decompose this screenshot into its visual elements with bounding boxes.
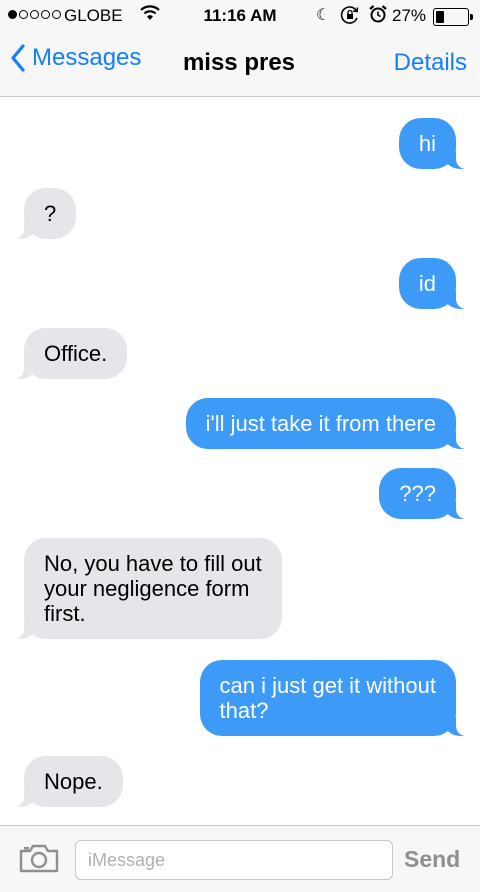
incoming-message[interactable]: Nope. (4, 756, 123, 807)
contact-name: miss pres (182, 49, 296, 76)
status-bar: GLOBE 11:16 AM ☾ 27% (0, 0, 480, 34)
message-text-line: that? (219, 698, 269, 723)
message-text-line: can i just get it without (219, 673, 436, 698)
back-button-label: Messages (32, 44, 142, 71)
battery-fill (436, 11, 444, 23)
message-text: i'll just take it from there (205, 411, 436, 436)
rotation-lock-icon (340, 5, 360, 30)
do-not-disturb-icon: ☾ (316, 7, 331, 24)
details-button[interactable]: Details (394, 49, 467, 77)
battery-tip (470, 14, 473, 20)
message-text: Office. (44, 341, 108, 366)
message-input-bar: Send (0, 825, 480, 892)
outgoing-message[interactable]: i'll just take it from there (185, 398, 477, 449)
message-thread[interactable]: hi ? id Office. i'll just take it from t… (0, 97, 480, 825)
message-text: hi (418, 131, 436, 156)
outgoing-message[interactable]: hi (398, 118, 477, 169)
outgoing-message[interactable]: id (398, 258, 477, 309)
message-text: ??? (399, 481, 436, 506)
message-input[interactable] (75, 840, 393, 880)
battery-percent: 27% (392, 6, 427, 25)
send-button[interactable]: Send (404, 846, 460, 873)
incoming-message[interactable]: ? (3, 188, 77, 239)
outgoing-message[interactable]: ??? (379, 468, 476, 519)
message-text-line: your negligence form (44, 576, 250, 601)
message-text: id (418, 271, 436, 296)
back-button[interactable]: Messages (10, 44, 141, 72)
message-text-line: first. (44, 601, 86, 626)
incoming-message[interactable]: No, you have to fill out your negligence… (4, 538, 282, 639)
message-text-line: No, you have to fill out (44, 551, 262, 576)
message-text: Nope. (44, 769, 103, 794)
battery-icon (433, 8, 469, 26)
alarm-icon (368, 4, 388, 29)
chevron-left-icon (11, 44, 25, 72)
message-text: ? (44, 201, 57, 226)
camera-icon[interactable] (19, 843, 59, 878)
outgoing-message[interactable]: can i just get it without that? (199, 660, 477, 736)
top-bar: GLOBE 11:16 AM ☾ 27% Messages miss pres … (0, 0, 480, 97)
incoming-message[interactable]: Office. (3, 328, 128, 379)
